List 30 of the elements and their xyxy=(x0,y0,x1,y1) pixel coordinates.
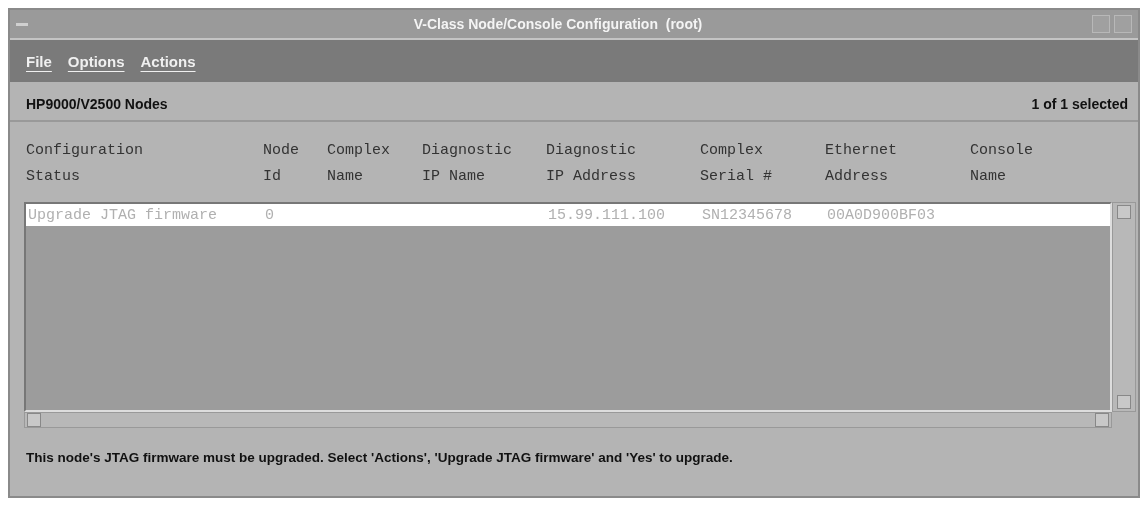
window-title: V-Class Node/Console Configuration (root) xyxy=(412,16,704,32)
column-header: Diagnostic IP Address xyxy=(546,141,637,187)
column-header: Configuration Status xyxy=(26,141,145,187)
column-header: Ethernet Address xyxy=(825,141,898,187)
table-cell-text: 0 xyxy=(265,206,275,224)
maximize-button[interactable] xyxy=(1114,15,1132,33)
minimize-button[interactable] xyxy=(1092,15,1110,33)
status-message: This node's JTAG firmware must be upgraded. Select 'Actions', 'Upgrade JTAG firmware' and 'Yes' to upgrade. xyxy=(25,449,734,467)
table-cell-text: 15.99.111.100 xyxy=(548,206,667,224)
menu-item[interactable]: Options xyxy=(67,52,125,70)
scroll-right-button[interactable] xyxy=(1095,413,1109,427)
column-header: Console Name xyxy=(970,141,1034,187)
scroll-up-button[interactable] xyxy=(1117,205,1131,219)
table-cell-text: 00A0D900BF03 xyxy=(827,206,937,224)
table-cell-text: Upgrade JTAG firmware xyxy=(28,206,219,224)
column-header: Complex Serial # xyxy=(700,141,773,187)
vertical-scrollbar[interactable] xyxy=(1112,202,1136,412)
table-cell-text: SN12345678 xyxy=(702,206,793,224)
nodes-title: HP9000/V2500 Nodes xyxy=(26,96,168,112)
window-menu-icon[interactable] xyxy=(16,22,28,26)
column-header: Complex Name xyxy=(327,141,391,187)
list-row[interactable]: Upgrade JTAG firmware 0 15.99.111.100 SN12345678 00A0D900BF03 xyxy=(26,204,1110,226)
scroll-down-button[interactable] xyxy=(1117,395,1131,409)
menu-item[interactable]: File xyxy=(26,52,52,70)
horizontal-scrollbar[interactable] xyxy=(24,412,1112,428)
column-header: Node Id xyxy=(263,141,300,187)
column-header: Diagnostic IP Name xyxy=(422,141,513,187)
selection-count: 1 of 1 selected xyxy=(1031,96,1128,112)
menu-item[interactable]: Actions xyxy=(140,52,196,70)
scroll-left-button[interactable] xyxy=(27,413,41,427)
